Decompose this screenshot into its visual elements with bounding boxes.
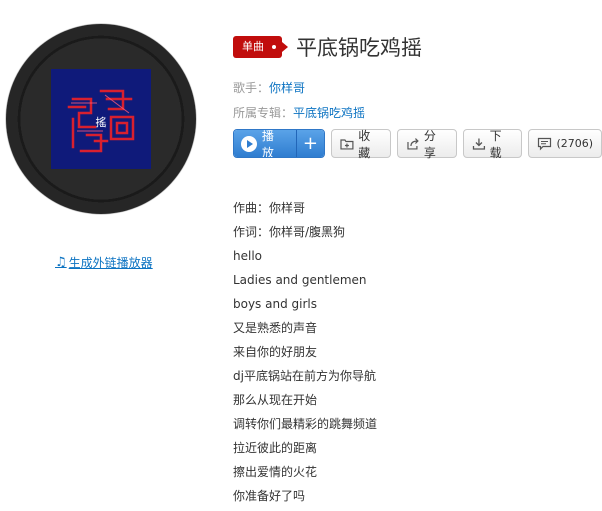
lyric-line: 作词：你样哥/腹黑狗 bbox=[233, 225, 346, 239]
lyric-line: 拉近彼此的距离 bbox=[233, 441, 318, 455]
badge-dot-icon bbox=[272, 45, 276, 49]
lyric-line: 你准备好了吗 bbox=[233, 489, 306, 503]
collect-label: 收藏 bbox=[358, 128, 371, 160]
share-icon bbox=[407, 137, 419, 150]
song-header: 单曲 平底锅吃鸡摇 bbox=[233, 32, 422, 62]
lyric-line: 作曲：你样哥 bbox=[233, 201, 306, 215]
album-link[interactable]: 平底锅吃鸡摇 bbox=[293, 106, 365, 120]
album-cover: 搖 bbox=[51, 69, 151, 169]
play-icon bbox=[241, 135, 257, 152]
song-title: 平底锅吃鸡摇 bbox=[296, 36, 422, 60]
lyric-line: 调转你们最精彩的跳舞频道 bbox=[233, 417, 378, 431]
singer-link[interactable]: 你样哥 bbox=[269, 81, 305, 95]
single-badge: 单曲 bbox=[233, 36, 288, 58]
lyric-line: 那么从现在开始 bbox=[233, 393, 318, 407]
album-row: 所属专辑：平底锅吃鸡摇 bbox=[233, 104, 365, 121]
comment-count: (2706) bbox=[556, 137, 594, 150]
play-button[interactable]: 播放 bbox=[234, 130, 296, 157]
album-cover-art: 搖 bbox=[51, 69, 151, 169]
play-label: 播放 bbox=[261, 129, 274, 158]
singer-row: 歌手：你样哥 bbox=[233, 79, 305, 96]
single-badge-label: 单曲 bbox=[242, 40, 264, 53]
lyrics: 作曲：你样哥 作词：你样哥/腹黑狗 hello Ladies and gentl… bbox=[233, 199, 377, 511]
share-button[interactable]: 分享 bbox=[397, 128, 457, 160]
lyric-line: dj平底锅站在前方为你导航 bbox=[233, 369, 376, 383]
lyric-line: hello bbox=[233, 249, 262, 263]
folder-plus-icon bbox=[340, 138, 354, 150]
svg-text:搖: 搖 bbox=[96, 116, 107, 129]
music-note-icon: ♫ bbox=[55, 255, 67, 270]
share-label: 分享 bbox=[423, 128, 436, 160]
comment-icon bbox=[538, 137, 552, 150]
singer-label: 歌手： bbox=[233, 81, 270, 95]
action-buttons: 播放 + 收藏 分享 下载 (2706) bbox=[233, 128, 602, 160]
lyric-line: boys and girls bbox=[233, 297, 317, 311]
download-icon bbox=[472, 138, 485, 150]
download-label: 下载 bbox=[489, 128, 502, 160]
generate-player-label: 生成外链播放器 bbox=[68, 256, 153, 270]
album-label: 所属专辑： bbox=[233, 106, 294, 120]
download-button[interactable]: 下载 bbox=[462, 128, 523, 160]
generate-player-link[interactable]: ♫ 生成外链播放器 bbox=[55, 254, 153, 271]
lyric-line: 来自你的好朋友 bbox=[233, 345, 318, 359]
comment-button[interactable]: (2706) bbox=[528, 129, 602, 158]
collect-button[interactable]: 收藏 bbox=[331, 128, 392, 160]
lyric-line: 擦出爱情的火花 bbox=[233, 465, 318, 479]
play-group: 播放 + bbox=[233, 129, 326, 158]
lyric-line: Ladies and gentlemen bbox=[233, 273, 367, 287]
lyric-line: 又是熟悉的声音 bbox=[233, 321, 318, 335]
add-to-playlist-button[interactable]: + bbox=[295, 130, 325, 157]
